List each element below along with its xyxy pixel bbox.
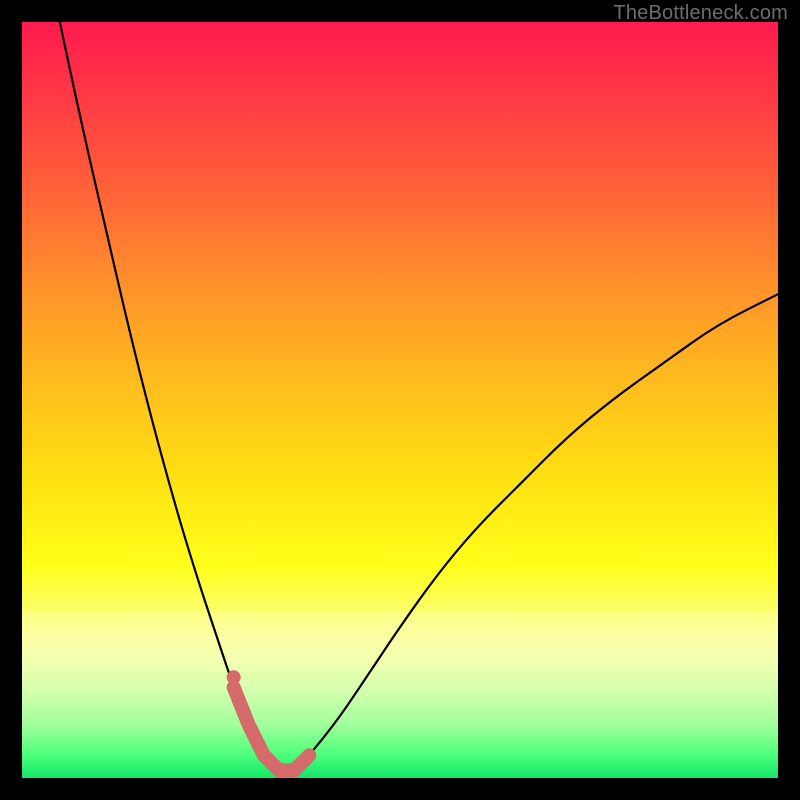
optimal-range-highlight — [234, 687, 310, 770]
watermark-text: TheBottleneck.com — [613, 2, 788, 25]
bottleneck-plot — [22, 22, 778, 778]
bottleneck-curve — [60, 22, 778, 770]
optimal-point-marker — [227, 670, 241, 684]
